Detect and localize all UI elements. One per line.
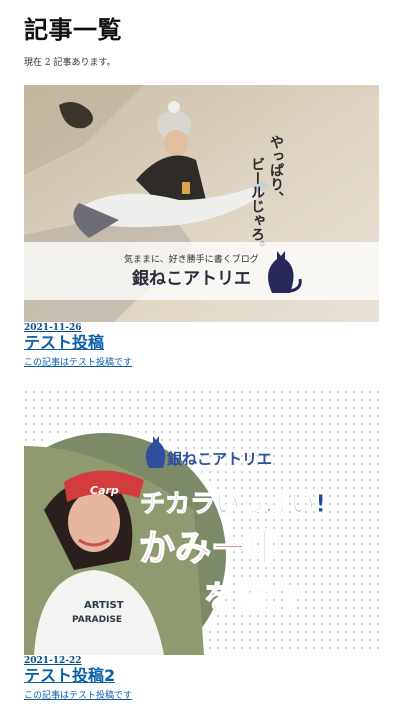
post-excerpt-link[interactable]: この記事はテスト投稿です — [24, 688, 379, 701]
shirt-text-2: PARADISE — [72, 615, 122, 625]
post-excerpt-link[interactable]: この記事はテスト投稿です — [24, 355, 379, 368]
tagline-2: ビールじゃろ。 — [249, 157, 265, 255]
blog-name: 銀ねこアトリエ — [132, 268, 251, 289]
post-date[interactable]: 2021-11-26 — [24, 323, 379, 333]
article-count: 現在 2 記事あります。 — [24, 58, 116, 68]
promo-headline-3: を紹介 — [204, 578, 301, 616]
tagline-1: やっぱり、 — [268, 135, 284, 205]
beach-photo-thumbnail[interactable]: やっぱり、 ビールじゃろ。 気ままに、好き勝手に書くブログ 銀ねこアトリエ — [24, 85, 379, 322]
shirt-text-1: ARTIST — [84, 600, 124, 611]
post-title-link[interactable]: テスト投稿 — [24, 333, 379, 353]
post-date[interactable]: 2021-12-22 — [24, 656, 379, 666]
promo-headline-1: チカラいっぱい! — [140, 489, 326, 518]
post-title-link[interactable]: テスト投稿2 — [24, 666, 379, 686]
promo-logo: 銀ねこアトリエ — [167, 450, 272, 468]
blog-caption: 気ままに、好き勝手に書くブログ — [124, 253, 259, 265]
post-thumbnail[interactable]: Carp ARTIST PARADISE 銀ねこアトリエ チカラいっぱい! かみ… — [24, 390, 379, 655]
page-title: 記事一覧 — [24, 16, 122, 44]
promo-headline-2: かみー中 — [139, 528, 283, 569]
post-thumbnail[interactable]: やっぱり、 ビールじゃろ。 気ままに、好き勝手に書くブログ 銀ねこアトリエ — [24, 85, 379, 322]
promo-thumbnail[interactable]: Carp ARTIST PARADISE 銀ねこアトリエ チカラいっぱい! かみ… — [24, 390, 379, 655]
post-card: やっぱり、 ビールじゃろ。 気ままに、好き勝手に書くブログ 銀ねこアトリエ 20… — [24, 85, 379, 368]
article-list-page: 記事一覧 現在 2 記事あります。 やっぱり、 ビールじゃろ。 気ままに、好き勝… — [0, 0, 400, 722]
post-card: Carp ARTIST PARADISE 銀ねこアトリエ チカラいっぱい! かみ… — [24, 390, 379, 701]
cap-logo: Carp — [90, 484, 119, 497]
